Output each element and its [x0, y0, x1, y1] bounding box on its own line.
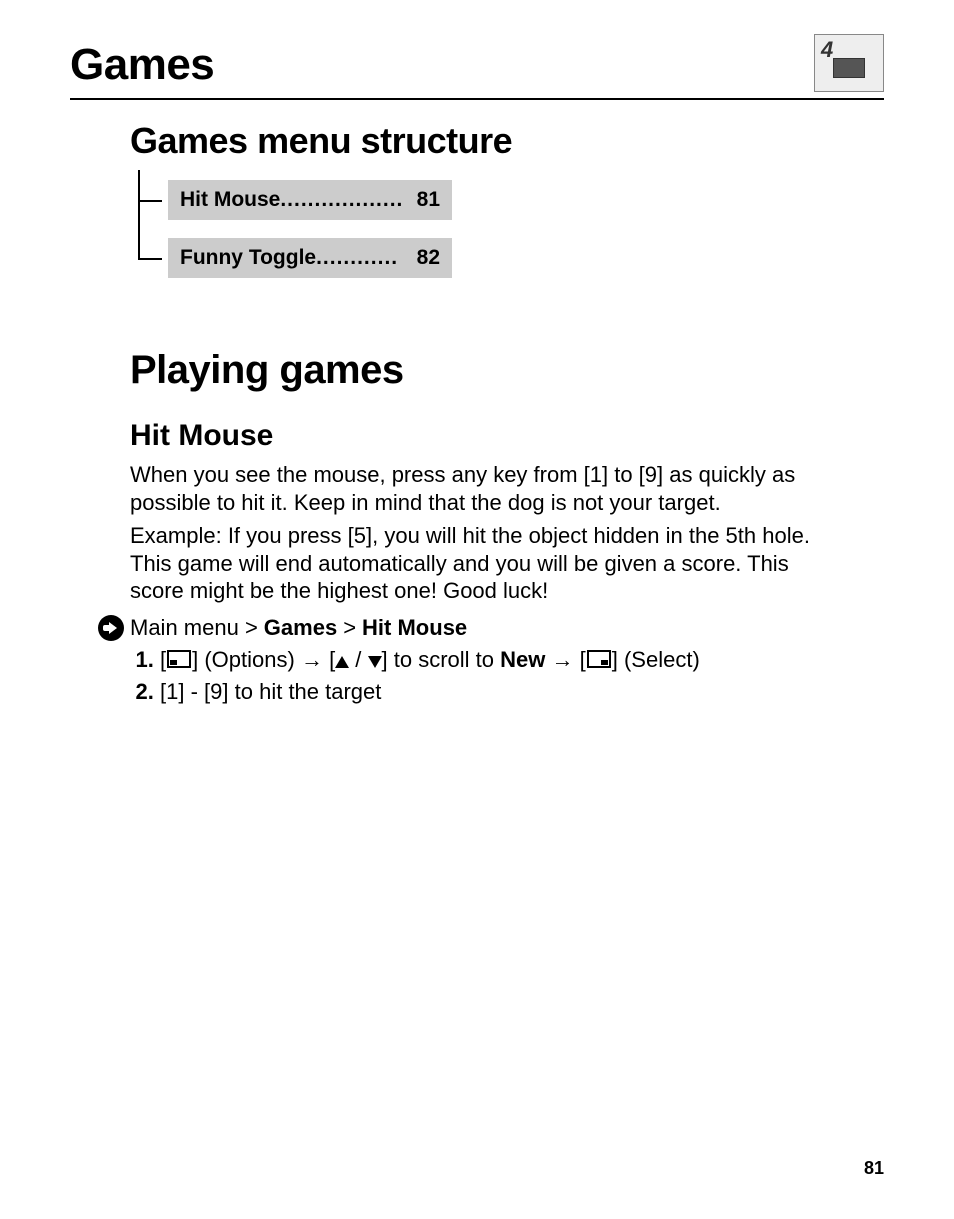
- game-description-2: Example: If you press [5], you will hit …: [130, 522, 844, 605]
- step1-new: New: [500, 647, 545, 672]
- step-1: [] (Options) → [ / ] to scroll to New → …: [160, 647, 844, 673]
- page-title: Games: [70, 40, 214, 90]
- right-softkey-icon: [587, 650, 611, 668]
- leader-dots: ............: [316, 246, 417, 270]
- goto-arrow-icon: [98, 615, 124, 641]
- page-number: 81: [864, 1158, 884, 1179]
- leader-dots: ..................: [280, 188, 416, 212]
- tree-item-hit-mouse: Hit Mouse .................. 81: [132, 180, 844, 220]
- nav-sep: >: [343, 615, 356, 641]
- down-arrow-icon: [368, 656, 382, 668]
- step1-options: (Options): [204, 647, 294, 672]
- nav-end: Hit Mouse: [362, 615, 467, 641]
- navigation-path: Main menu > Games > Hit Mouse: [98, 615, 844, 641]
- step-2: [1] - [9] to hit the target: [160, 679, 844, 705]
- game-name-heading: Hit Mouse: [130, 419, 844, 453]
- menu-item-page: 81: [417, 188, 440, 212]
- game-description-1: When you see the mouse, press any key fr…: [130, 461, 844, 516]
- chapter-number: 4: [821, 37, 833, 63]
- step1-select: (Select): [624, 647, 700, 672]
- nav-prefix: Main menu >: [130, 615, 258, 641]
- menu-item-label: Funny Toggle: [180, 246, 316, 270]
- chapter-icon: 4: [814, 34, 884, 92]
- steps-list: [] (Options) → [ / ] to scroll to New → …: [130, 647, 844, 705]
- menu-tree: Hit Mouse .................. 81 Funny To…: [132, 180, 844, 278]
- up-arrow-icon: [335, 656, 349, 668]
- menu-item-page: 82: [417, 246, 440, 270]
- page-header: Games 4: [70, 40, 884, 100]
- menu-box: Funny Toggle ............ 82: [168, 238, 452, 278]
- cards-icon: [833, 58, 865, 78]
- left-softkey-icon: [167, 650, 191, 668]
- step1-toscroll: to scroll to: [394, 647, 494, 672]
- menu-item-label: Hit Mouse: [180, 188, 280, 212]
- page-content: Games menu structure Hit Mouse .........…: [70, 120, 884, 705]
- menu-box: Hit Mouse .................. 81: [168, 180, 452, 220]
- menu-structure-heading: Games menu structure: [130, 120, 844, 162]
- nav-mid: Games: [264, 615, 337, 641]
- playing-games-heading: Playing games: [130, 348, 844, 393]
- tree-item-funny-toggle: Funny Toggle ............ 82: [132, 238, 844, 278]
